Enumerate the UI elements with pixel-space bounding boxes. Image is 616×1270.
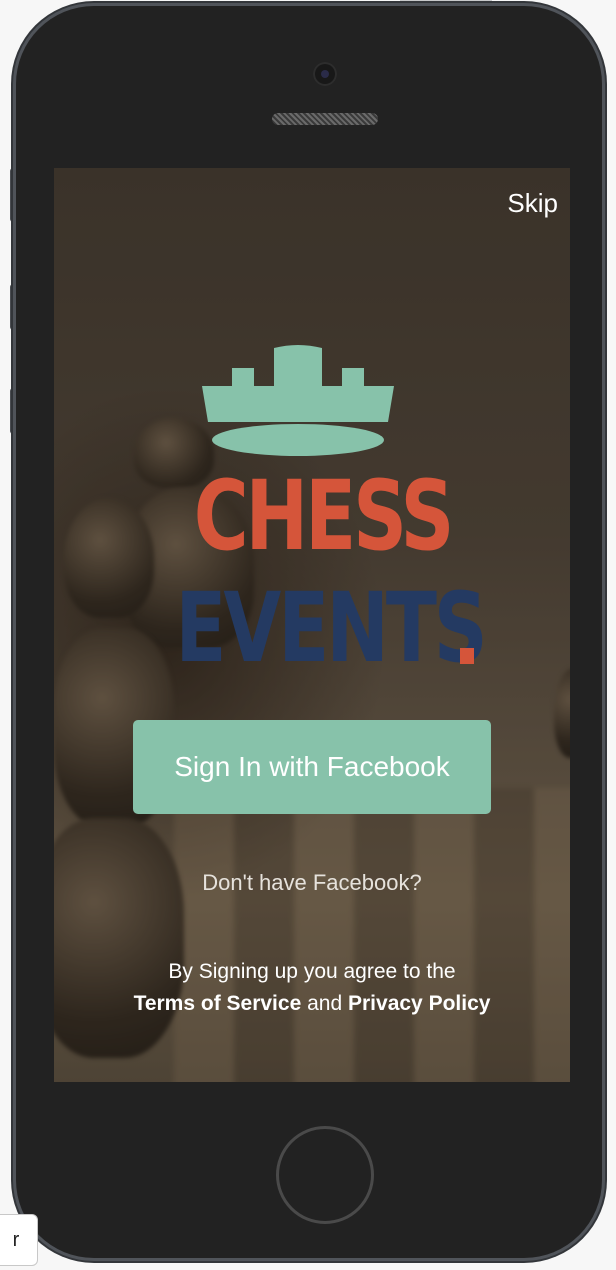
- privacy-policy-link[interactable]: Privacy Policy: [348, 992, 490, 1015]
- logo-chess-text: CHESS: [193, 460, 455, 572]
- corner-tab[interactable]: r: [0, 1214, 38, 1266]
- legal-notice: By Signing up you agree to the Terms of …: [132, 956, 492, 1020]
- logo-period: [460, 648, 474, 664]
- simulator-stage: Skip CHESS EVENTS Your schedule, sorted!…: [0, 0, 616, 1270]
- front-camera-icon: [313, 62, 337, 86]
- app-screen: Skip CHESS EVENTS Your schedule, sorted!…: [54, 168, 570, 1082]
- logo-events-text: EVENTS: [175, 572, 487, 684]
- legal-prefix: By Signing up you agree to the: [168, 960, 456, 983]
- earpiece-speaker: [272, 113, 378, 125]
- legal-conjunction: and: [307, 992, 343, 1015]
- crown-icon: [202, 345, 394, 456]
- skip-button[interactable]: Skip: [507, 188, 558, 219]
- home-button[interactable]: [276, 1126, 374, 1224]
- terms-of-service-link[interactable]: Terms of Service: [134, 992, 302, 1015]
- no-facebook-link[interactable]: Don't have Facebook?: [54, 870, 570, 896]
- sign-in-facebook-button[interactable]: Sign In with Facebook: [133, 720, 491, 814]
